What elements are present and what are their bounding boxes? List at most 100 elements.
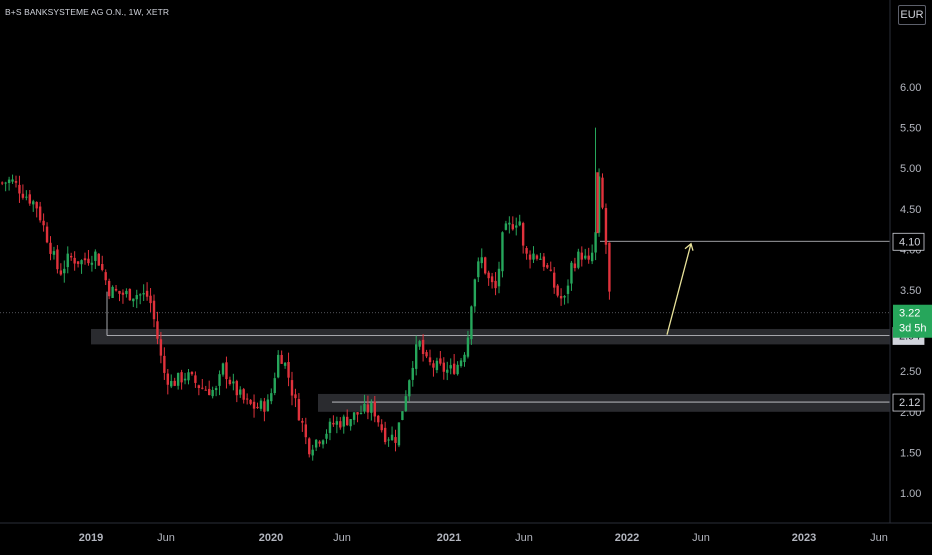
level-label-2-12: 2.12 (899, 397, 920, 409)
price-chart[interactable]: 6.005.505.004.504.003.503.002.502.001.50… (0, 0, 932, 550)
candle-body (18, 184, 21, 194)
candle-body (128, 289, 132, 301)
candle-body (166, 373, 169, 385)
candle-body (180, 372, 183, 383)
candle-body (249, 399, 252, 404)
candle-body (415, 344, 418, 369)
candle-body (7, 179, 11, 183)
candle-body (604, 208, 608, 245)
candle-body (42, 220, 45, 226)
candle-body (452, 363, 456, 374)
candle-body (349, 419, 352, 427)
candle-body (290, 380, 294, 396)
candle-body (556, 285, 559, 296)
candle-body (559, 296, 563, 299)
candle-body (173, 380, 176, 386)
candle-body (387, 439, 390, 441)
candle-body (584, 255, 587, 259)
candle-body (194, 375, 197, 383)
currency-label[interactable]: EUR (898, 5, 926, 25)
candle-body (190, 371, 194, 375)
candle-body (142, 293, 145, 295)
candle-body (508, 222, 511, 225)
candle-body (346, 416, 349, 426)
candle-body (256, 406, 259, 409)
candle-body (473, 279, 477, 307)
candle-body (301, 420, 304, 423)
candle-body (608, 242, 611, 292)
candle-body (66, 253, 69, 268)
symbol-title: B+S BANKSYSTEME AG O.N., 1W, XETR (5, 7, 170, 17)
candle-body (218, 374, 221, 386)
candle-body (11, 179, 14, 182)
candle-body (201, 387, 204, 389)
candle-body (76, 261, 80, 264)
candle-body (501, 232, 504, 272)
candle-body (484, 257, 487, 274)
candle-body (314, 439, 318, 448)
candle-body (118, 290, 121, 294)
candle-body (318, 441, 321, 444)
candle-body (394, 437, 397, 443)
candle-body (477, 261, 480, 278)
candle-body (125, 290, 128, 295)
candle-body (370, 402, 373, 413)
candle-body (332, 422, 335, 425)
candle-body (73, 257, 76, 264)
candle-body (204, 389, 207, 391)
candle-body (352, 412, 356, 420)
candle-body (335, 421, 339, 425)
candle-body (111, 286, 114, 299)
candle-body (232, 381, 235, 384)
candle-body (187, 372, 190, 381)
candle-body (535, 255, 539, 259)
candle-body (225, 362, 228, 380)
candle-body (504, 223, 508, 230)
candle-body (52, 251, 56, 255)
candle-body (152, 300, 156, 320)
candle-body (114, 288, 118, 291)
candle-body (497, 268, 501, 287)
candle-body (197, 385, 201, 389)
candle-body (366, 404, 370, 413)
candle-body (208, 388, 211, 396)
candle-body (104, 272, 107, 281)
candle-body (380, 424, 383, 431)
candle-body (245, 398, 249, 400)
candle-body (97, 253, 100, 266)
chart-background (0, 0, 932, 550)
candle-body (139, 294, 142, 296)
candle-body (566, 285, 570, 294)
candle-body (383, 427, 387, 443)
candle-body (280, 354, 283, 364)
candle-body (432, 363, 435, 368)
candle-body (176, 372, 180, 386)
time-tick-label: Jun (157, 532, 175, 544)
candle-body (601, 177, 604, 208)
candle-body (401, 411, 404, 420)
candle-body (342, 416, 345, 427)
candle-body (239, 389, 242, 395)
candle-body (56, 249, 59, 270)
price-tick-label: 5.50 (900, 123, 921, 135)
candle-body (87, 258, 90, 264)
candle-body (408, 380, 411, 397)
candle-body (546, 265, 549, 268)
chart-area[interactable]: 6.005.505.004.504.003.503.002.502.001.50… (0, 0, 932, 550)
candle-body (21, 193, 25, 198)
candle-body (425, 352, 428, 357)
time-tick-label: 2023 (792, 532, 816, 544)
candle-body (283, 362, 287, 366)
candle-body (311, 449, 314, 456)
time-tick-label: 2021 (437, 532, 461, 544)
price-tick-label: 3.50 (900, 285, 921, 297)
candle-body (228, 379, 232, 385)
price-tick-label: 2.50 (900, 366, 921, 378)
candle-body (214, 388, 218, 391)
price-tick-label: 1.50 (900, 447, 921, 459)
candle-body (456, 364, 459, 375)
candle-body (252, 401, 256, 409)
candle-body (221, 363, 225, 375)
candle-body (294, 394, 297, 399)
candle-body (580, 252, 583, 260)
